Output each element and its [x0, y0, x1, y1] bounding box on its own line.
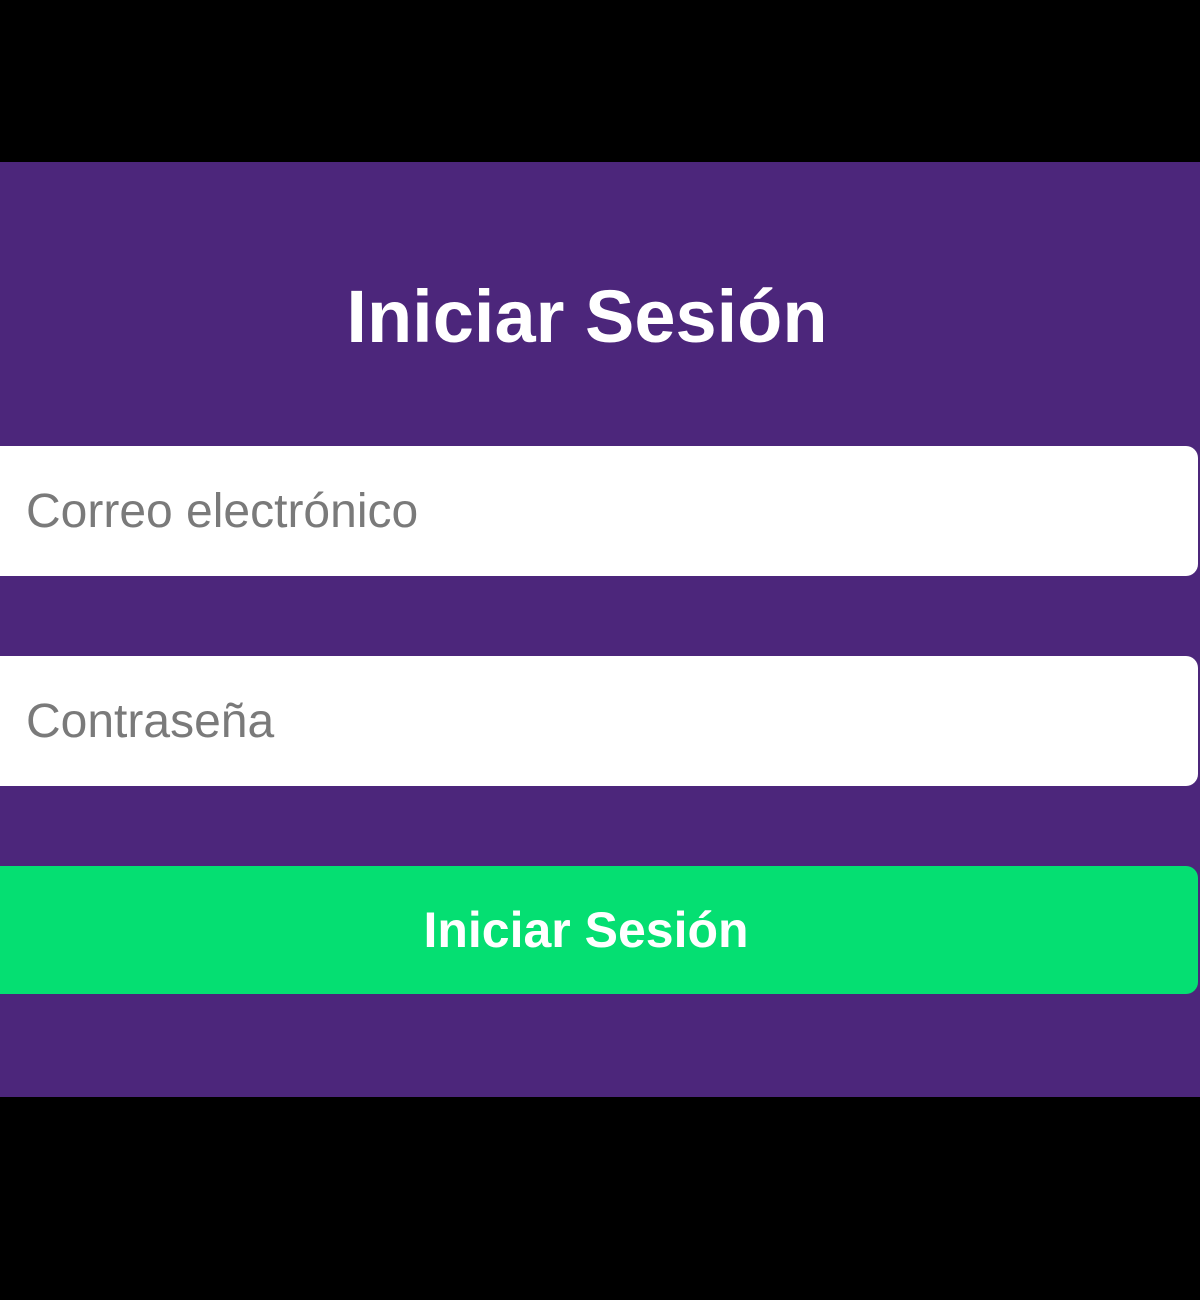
- login-panel: Iniciar Sesión Iniciar Sesión: [0, 162, 1200, 1097]
- page-title: Iniciar Sesión: [346, 275, 828, 358]
- login-button[interactable]: Iniciar Sesión: [0, 866, 1198, 994]
- email-field[interactable]: [0, 446, 1198, 576]
- password-field[interactable]: [0, 656, 1198, 786]
